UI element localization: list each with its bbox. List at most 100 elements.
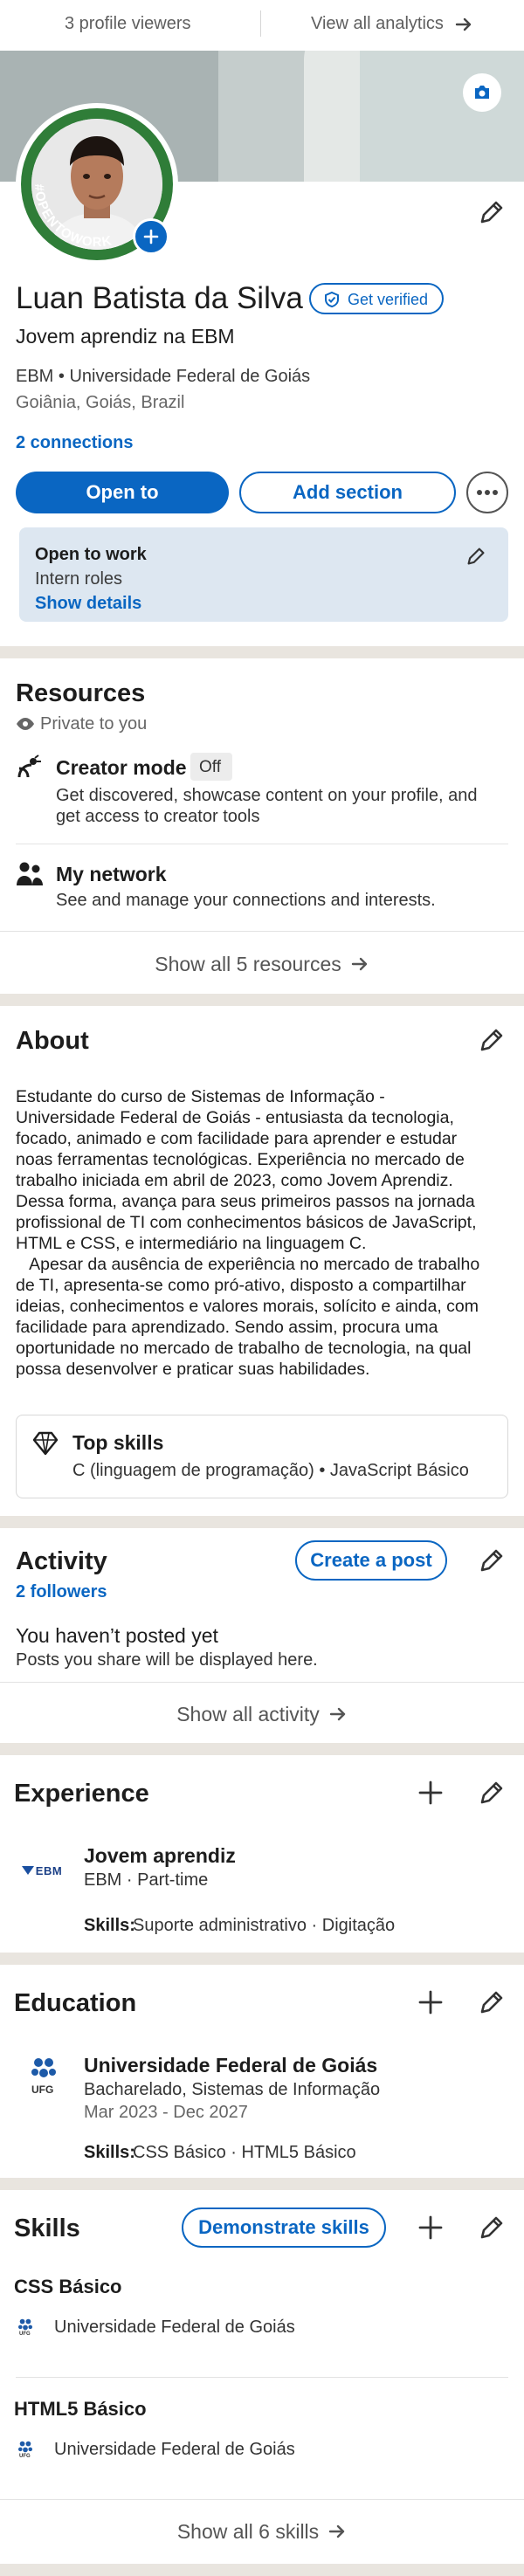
education-title: Education: [14, 1989, 137, 2017]
edit-banner-button[interactable]: [463, 73, 501, 112]
add-skill-plus-icon[interactable]: [416, 2213, 445, 2242]
open-to-label: Open to: [86, 481, 159, 503]
skill-name: CSS Básico: [14, 2276, 122, 2297]
top-skills-title: Top skills: [72, 1431, 164, 1454]
section-separator: [0, 994, 524, 1006]
about-line: Estudante do curso de Sistemas de Inform…: [16, 1087, 385, 1106]
skill-name: HTML5 Básico: [14, 2398, 147, 2420]
ufg-logo-text: UFG: [19, 2454, 31, 2459]
get-verified-button[interactable]: Get verified: [309, 283, 444, 314]
about-line: de TI, apresenta-se como pró-ativo, disp…: [16, 1276, 466, 1295]
analytics-bar: 3 profile viewers View all analytics: [0, 0, 524, 51]
top-skills-value: C (linguagem de programação) • JavaScrip…: [72, 1461, 469, 1480]
experience-skills-label: Skills:: [84, 1916, 135, 1935]
connections-link[interactable]: 2 connections: [16, 433, 133, 453]
edit-education-pencil-icon[interactable]: [477, 1987, 507, 2017]
followers-link[interactable]: 2 followers: [16, 1582, 107, 1602]
ebm-logo: EBM: [16, 1844, 68, 1897]
edit-activity-pencil-icon[interactable]: [477, 1546, 507, 1575]
section-separator: [0, 1743, 524, 1755]
satellite-dish-icon: [17, 754, 41, 778]
diamond-icon: [32, 1431, 59, 1456]
experience-title: Experience: [14, 1780, 149, 1808]
ufg-logo-text: UFG: [19, 2331, 31, 2337]
add-photo-button[interactable]: [133, 218, 169, 255]
ufg-logo: UFG: [16, 2440, 38, 2462]
education-skills-label: Skills:: [84, 2143, 135, 2162]
resources-privacy: Private to you: [40, 714, 148, 734]
activity-title: Activity: [16, 1547, 107, 1575]
camera-icon: [475, 86, 489, 99]
edit-skills-pencil-icon[interactable]: [477, 2213, 507, 2242]
edit-about-pencil-icon[interactable]: [477, 1025, 507, 1055]
avatar[interactable]: #OPENTOWORK: [16, 103, 178, 265]
ellipsis-icon: [477, 490, 498, 495]
open-to-work-title: Open to work: [35, 545, 147, 564]
skill-item[interactable]: CSS Básico UFG Universidade Federal de G…: [0, 2270, 524, 2366]
profile-viewers-link[interactable]: 3 profile viewers: [65, 14, 191, 34]
more-actions-button[interactable]: [466, 472, 508, 513]
about-line: trabalho iniciada em abril de 2023, como…: [16, 1171, 453, 1190]
profile-location: Goiânia, Goiás, Brazil: [16, 393, 185, 412]
arrow-right-icon: [328, 2524, 345, 2538]
skill-item[interactable]: HTML5 Básico UFG Universidade Federal de…: [0, 2393, 524, 2489]
show-all-skills-label: Show all 6 skills: [176, 2519, 320, 2543]
show-all-activity-label: Show all activity: [176, 1702, 320, 1725]
ufg-logo: UFG: [21, 2056, 68, 2103]
no-posts-desc: Posts you share will be displayed here.: [16, 1650, 318, 1670]
profile-org-line: EBM • Universidade Federal de Goiás: [16, 367, 311, 386]
add-section-button[interactable]: Add section: [239, 472, 456, 513]
shield-check-icon: [325, 291, 339, 308]
open-to-button[interactable]: Open to: [16, 472, 229, 513]
arrow-right-icon: [351, 957, 367, 971]
plus-icon: [143, 229, 159, 245]
experience-role: Jovem aprendiz: [84, 1844, 236, 1867]
eye-icon: [17, 718, 34, 730]
edit-experience-pencil-icon[interactable]: [477, 1778, 507, 1808]
about-line: possa desenvolver e praticar suas habili…: [16, 1360, 370, 1379]
show-all-activity-link[interactable]: Show all activity: [0, 1684, 524, 1745]
education-item[interactable]: UFG Universidade Federal de Goiás Bachar…: [0, 2047, 524, 2169]
edit-intro-pencil-icon[interactable]: [477, 197, 507, 227]
about-line: profissional de TI com conhecimentos bás…: [16, 1213, 477, 1232]
about-line: Dessa forma, avança para seus primeiros …: [16, 1192, 475, 1211]
show-all-resources-link[interactable]: Show all 5 resources: [0, 933, 524, 995]
creator-mode-item[interactable]: Creator mode Off Get discovered, showcas…: [0, 749, 524, 837]
profile-name: Luan Batista da Silva: [16, 281, 303, 315]
edit-open-to-work-pencil-icon[interactable]: [465, 545, 487, 568]
experience-item[interactable]: EBM Jovem aprendiz EBM · Part-time Skill…: [0, 1837, 524, 1951]
section-separator: [0, 2178, 524, 2190]
view-all-analytics-link[interactable]: View all analytics: [311, 14, 444, 34]
about-line: noas ferramentas tecnológicas. Experiênc…: [16, 1150, 465, 1169]
create-post-button[interactable]: Create a post: [295, 1540, 447, 1581]
skill-source: Universidade Federal de Goiás: [54, 2440, 295, 2459]
about-line: oportunidade no mercado de trabalho de t…: [16, 1339, 472, 1358]
section-separator: [0, 1953, 524, 1965]
open-to-work-badge-text: #OPENTOWORK: [31, 183, 113, 250]
experience-skills: Suporte administrativo · Digitação: [133, 1916, 396, 1935]
creator-mode-desc-1: Get discovered, showcase content on your…: [56, 786, 478, 805]
section-separator: [0, 2564, 524, 2576]
top-skills-card[interactable]: Top skills C (linguagem de programação) …: [16, 1415, 508, 1498]
create-post-label: Create a post: [310, 1549, 432, 1571]
section-separator: [0, 646, 524, 658]
demonstrate-skills-button[interactable]: Demonstrate skills: [182, 2208, 386, 2248]
education-skills: CSS Básico · HTML5 Básico: [133, 2143, 356, 2162]
creator-mode-status-badge: Off: [190, 753, 232, 781]
skills-title: Skills: [14, 2214, 80, 2242]
about-line: Universidade Federal de Goiás - entusias…: [16, 1108, 454, 1127]
show-all-skills-link[interactable]: Show all 6 skills: [0, 2501, 524, 2562]
about-line: HTML e CSS, e intermediário na linguagem…: [16, 1234, 367, 1253]
about-line: Apesar da ausência de experiência no mer…: [16, 1255, 480, 1274]
people-icon: [17, 862, 43, 885]
about-line: facilidade para aprendizado. Sendo assim…: [16, 1318, 438, 1337]
ufg-logo-mark: [31, 2058, 56, 2077]
open-to-work-card: Open to work Intern roles Show details: [19, 527, 508, 622]
divider: [0, 2499, 524, 2500]
add-education-plus-icon[interactable]: [416, 1987, 445, 2017]
my-network-item[interactable]: My network See and manage your connectio…: [0, 859, 524, 912]
show-details-link[interactable]: Show details: [35, 594, 141, 614]
about-text: Estudante do curso de Sistemas de Inform…: [16, 1086, 514, 1380]
skill-source: Universidade Federal de Goiás: [54, 2318, 295, 2337]
add-experience-plus-icon[interactable]: [416, 1778, 445, 1808]
